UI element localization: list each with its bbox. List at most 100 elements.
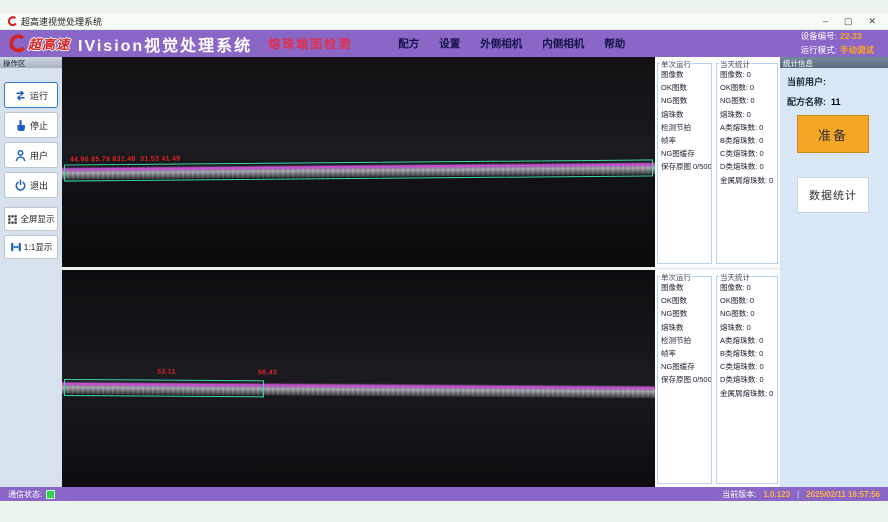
stat-item: 保存原图0/500 bbox=[661, 373, 711, 386]
device-info: 设备编号:22-33 运行模式:手动调试 bbox=[801, 30, 874, 56]
statistics-info-panel: 统计信息 当前用户: 配方名称:11 准备 数据统计 bbox=[780, 57, 888, 487]
exit-button-label: 退出 bbox=[30, 179, 48, 192]
steel-strip-top: 44.98 85.79 831.49 31.53 41.49 bbox=[62, 154, 655, 185]
operation-sidebar: 操作区 运行 停止 用户 bbox=[0, 57, 62, 487]
stat-item: OK图数:0 bbox=[720, 294, 777, 307]
fullscreen-button[interactable]: 全屏显示 bbox=[4, 207, 58, 231]
run-mode-value: 手动调试 bbox=[840, 45, 874, 55]
version-value: 1.0.123 bbox=[763, 490, 790, 499]
comm-status-label: 通信状态: bbox=[8, 489, 42, 500]
fullscreen-grid-icon bbox=[7, 214, 18, 225]
stat-item: NG图数 bbox=[661, 307, 711, 320]
stat-item: 图像数:0 bbox=[720, 281, 777, 294]
power-icon bbox=[14, 179, 27, 192]
close-button[interactable]: ✕ bbox=[868, 17, 876, 26]
stat-item: D类熔珠数:0 bbox=[720, 373, 777, 386]
menu-item[interactable]: 外侧相机 bbox=[480, 36, 522, 51]
daily-stats-group: 当天统计 图像数:0 OK图数:0 NG图数:0 熔珠数:0 A类熔珠数:0 B… bbox=[716, 276, 778, 484]
single-run-group: 单次运行 图像数 OK图数 NG图数 熔珠数 检测节拍 帧率 NG图缓存 bbox=[657, 276, 712, 484]
window-title-bar: 超高速视觉处理系统 – ▢ ✕ bbox=[0, 13, 888, 30]
camera-view-top: 44.98 85.79 831.49 31.53 41.49 bbox=[62, 57, 655, 267]
run-mode-label: 运行模式: bbox=[801, 45, 837, 55]
comm-status-indicator bbox=[46, 490, 55, 499]
stat-item: 检测节拍 bbox=[661, 121, 711, 134]
stat-item: 金属屑熔珠数:0 bbox=[720, 387, 777, 400]
app-subtitle: 熔珠端面检测 bbox=[268, 35, 352, 52]
current-user-row: 当前用户: bbox=[787, 75, 888, 88]
stat-item: NG图数:0 bbox=[720, 94, 777, 107]
steel-strip-bottom: 53.11 56.43 bbox=[62, 374, 655, 404]
recipe-name-row: 配方名称:11 bbox=[787, 95, 888, 108]
single-run-group: 单次运行 图像数 OK图数 NG图数 熔珠数 检测节拍 帧率 NG图缓存 bbox=[657, 63, 712, 264]
app-title: IVision视觉处理系统 bbox=[78, 32, 252, 56]
stat-item: 保存原图0/500 bbox=[661, 160, 711, 173]
stat-item: 检测节拍 bbox=[661, 334, 711, 347]
user-icon bbox=[14, 149, 27, 162]
user-button[interactable]: 用户 bbox=[4, 142, 58, 168]
menu-item[interactable]: 配方 bbox=[398, 36, 419, 51]
exit-button[interactable]: 退出 bbox=[4, 172, 58, 198]
data-statistics-button[interactable]: 数据统计 bbox=[797, 177, 869, 213]
stat-item: NG图数 bbox=[661, 94, 711, 107]
prepare-button[interactable]: 准备 bbox=[797, 115, 869, 153]
fullscreen-button-label: 全屏显示 bbox=[20, 213, 54, 225]
single-run-rows: 图像数 OK图数 NG图数 熔珠数 检测节拍 帧率 NG图缓存 保存原图0/50… bbox=[658, 68, 711, 174]
stat-item: OK图数 bbox=[661, 81, 711, 94]
stat-item: C类熔珠数:0 bbox=[720, 360, 777, 373]
stat-item: OK图数:0 bbox=[720, 81, 777, 94]
daily-stats-group: 当天统计 图像数:0 OK图数:0 NG图数:0 熔珠数:0 A类熔珠数:0 B… bbox=[716, 63, 778, 264]
maximize-button[interactable]: ▢ bbox=[844, 17, 853, 26]
stat-item: 图像数 bbox=[661, 281, 711, 294]
menu-item[interactable]: 内侧相机 bbox=[542, 36, 584, 51]
measurement-annotation: 56.43 bbox=[258, 369, 277, 376]
run-button[interactable]: 运行 bbox=[4, 82, 58, 108]
run-mode-row: 运行模式:手动调试 bbox=[801, 44, 874, 57]
stat-item: A类熔珠数:0 bbox=[720, 121, 777, 134]
single-run-rows: 图像数 OK图数 NG图数 熔珠数 检测节拍 帧率 NG图缓存 保存原图0/50… bbox=[658, 281, 711, 387]
version-label: 当前版本: bbox=[722, 489, 756, 500]
datetime-value: 2025/02/11 16:57:56 bbox=[806, 490, 880, 499]
app-logo-icon bbox=[6, 16, 17, 27]
stat-item: B类熔珠数:0 bbox=[720, 347, 777, 360]
one-to-one-button[interactable]: 1:1显示 bbox=[4, 235, 58, 259]
one-to-one-icon bbox=[10, 241, 22, 253]
minimize-button[interactable]: – bbox=[823, 17, 828, 26]
stats-panel-top: 单次运行 图像数 OK图数 NG图数 熔珠数 检测节拍 帧率 NG图缓存 bbox=[655, 57, 780, 267]
main-menu: 配方 设置 外侧相机 内侧相机 帮助 bbox=[398, 36, 625, 51]
stop-button-label: 停止 bbox=[30, 119, 48, 132]
menu-item[interactable]: 帮助 bbox=[604, 36, 625, 51]
app-window: 超高速视觉处理系统 – ▢ ✕ 超高速 IVision视觉处理系统 熔珠端面检测… bbox=[0, 0, 888, 522]
stat-item: 金属屑熔珠数:0 bbox=[720, 174, 777, 187]
stat-item: 熔珠数 bbox=[661, 321, 711, 334]
stat-item: NG图数:0 bbox=[720, 307, 777, 320]
run-button-label: 运行 bbox=[30, 89, 48, 102]
sidebar-title: 操作区 bbox=[0, 57, 62, 68]
stat-item: 熔珠数:0 bbox=[720, 321, 777, 334]
stat-item: A类熔珠数:0 bbox=[720, 334, 777, 347]
device-number-label: 设备编号: bbox=[801, 31, 837, 41]
detection-rect-overlay bbox=[64, 379, 264, 397]
stat-item: C类熔珠数:0 bbox=[720, 147, 777, 160]
stat-item: 熔珠数:0 bbox=[720, 108, 777, 121]
brand-swoosh-icon bbox=[6, 34, 26, 54]
measurement-annotation: 53.11 bbox=[157, 369, 176, 376]
recipe-name-value: 11 bbox=[831, 97, 841, 107]
status-separator: | bbox=[797, 490, 799, 499]
stat-item: OK图数 bbox=[661, 294, 711, 307]
stat-item: 图像数 bbox=[661, 68, 711, 81]
window-title: 超高速视觉处理系统 bbox=[21, 15, 102, 28]
app-header: 超高速 IVision视觉处理系统 熔珠端面检测 配方 设置 外侧相机 内侧相机… bbox=[0, 30, 888, 57]
menu-item[interactable]: 设置 bbox=[439, 36, 460, 51]
stat-item: 熔珠数 bbox=[661, 108, 711, 121]
stat-item: D类熔珠数:0 bbox=[720, 160, 777, 173]
stat-item: NG图缓存 bbox=[661, 147, 711, 160]
user-button-label: 用户 bbox=[30, 149, 48, 162]
stop-button[interactable]: 停止 bbox=[4, 112, 58, 138]
brand-logo-text: 超高速 bbox=[28, 34, 70, 53]
daily-stats-rows: 图像数:0 OK图数:0 NG图数:0 熔珠数:0 A类熔珠数:0 B类熔珠数:… bbox=[717, 281, 777, 400]
current-user-label: 当前用户: bbox=[787, 77, 826, 87]
brand-logo: 超高速 bbox=[6, 34, 70, 54]
device-number-value: 22-33 bbox=[840, 31, 862, 41]
stat-item: NG图缓存 bbox=[661, 360, 711, 373]
stat-item: 帧率 bbox=[661, 347, 711, 360]
